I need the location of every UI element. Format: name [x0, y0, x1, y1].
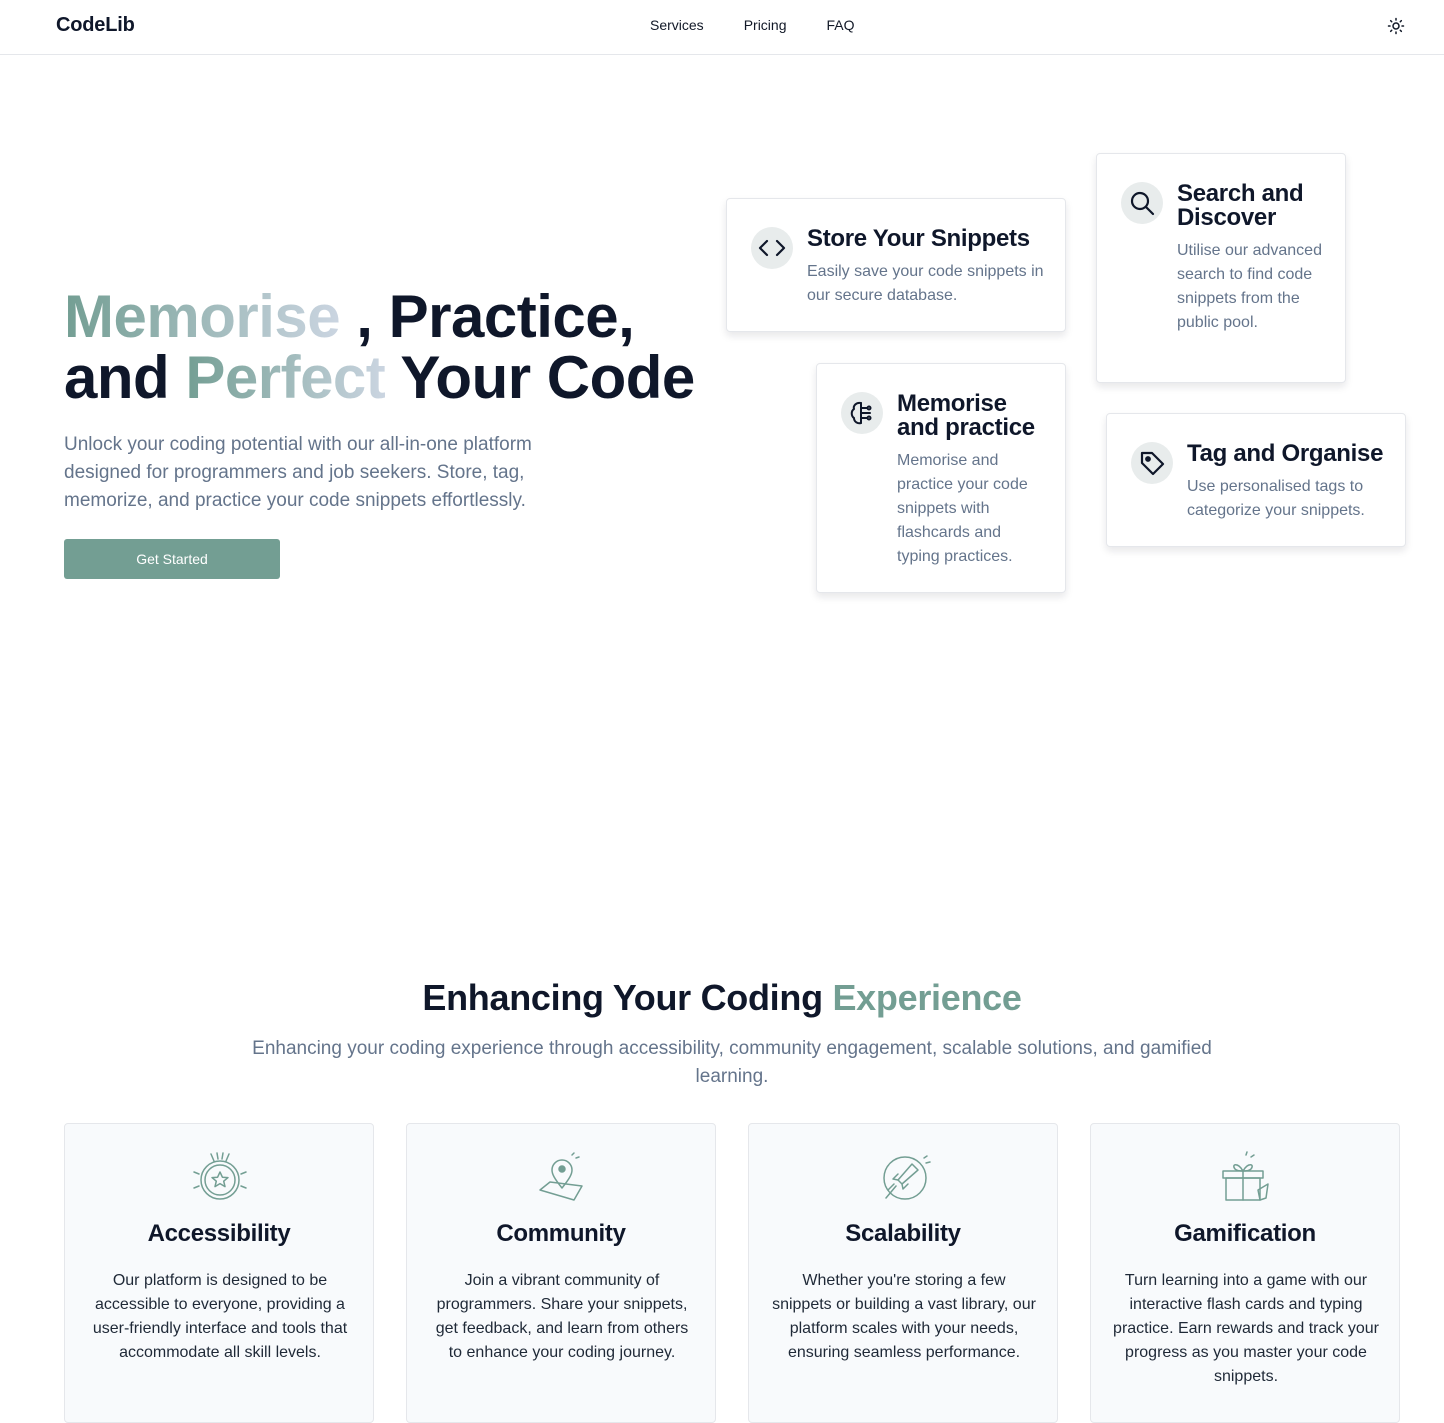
gift-icon	[1222, 1151, 1269, 1201]
sun-icon	[1387, 17, 1405, 35]
nav-link-faq[interactable]: FAQ	[826, 17, 854, 33]
badge-star-icon	[193, 1152, 247, 1200]
get-started-button[interactable]: Get Started	[64, 539, 280, 579]
benefit-card-gamification: Gamification Turn learning into a game w…	[1090, 1123, 1400, 1423]
feature-title: Search and Discover	[1177, 180, 1304, 231]
top-nav: CodeLib Services Pricing FAQ	[0, 0, 1444, 55]
feature-title: Store Your Snippets	[807, 225, 1030, 252]
benefits-description: Enhancing your coding experience through…	[252, 1038, 1212, 1087]
feature-description: Use personalised tags to categorize your…	[1187, 478, 1365, 519]
brain-icon	[841, 392, 883, 434]
feature-card-tag: Tag and Organise Use personalised tags t…	[1106, 413, 1406, 547]
feature-title: Tag and Organise	[1187, 440, 1384, 467]
hero-title-segment: Your Code	[385, 344, 695, 411]
benefit-title: Community	[496, 1220, 626, 1247]
code-icon	[751, 227, 793, 269]
hero-title-highlight-memorise: Memorise	[64, 283, 341, 350]
hero-title-segment: and	[64, 344, 186, 411]
tag-icon	[1131, 442, 1173, 484]
benefit-description: Our platform is designed to be accessibl…	[92, 1272, 348, 1361]
hero-title-highlight-perfect: Perfect	[185, 344, 386, 411]
rocket-icon	[883, 1155, 931, 1200]
benefits-title-accent: Experience	[832, 977, 1022, 1018]
feature-card-store: Store Your Snippets Easily save your cod…	[726, 198, 1066, 332]
benefits-title-text: Enhancing Your Coding	[422, 977, 833, 1018]
benefit-title: Accessibility	[147, 1220, 291, 1247]
search-icon	[1121, 182, 1163, 224]
benefit-card-scalability: Scalability Whether you're storing a few…	[748, 1123, 1058, 1423]
benefit-description: Turn learning into a game with our inter…	[1113, 1272, 1379, 1385]
nav-link-services[interactable]: Services	[650, 17, 704, 33]
benefit-description: Join a vibrant community of programmers.…	[435, 1272, 689, 1361]
benefit-title: Gamification	[1174, 1220, 1316, 1247]
feature-description: Memorise and practice your code snippets…	[897, 452, 1028, 565]
hero-title-segment: , Practice,	[340, 283, 635, 350]
benefit-description: Whether you're storing a few snippets or…	[772, 1272, 1036, 1361]
feature-title: Memorise and practice	[897, 390, 1035, 441]
feature-card-memorise: Memorise and practice Memorise and pract…	[816, 363, 1066, 593]
feature-card-search: Search and Discover Utilise our advanced…	[1096, 153, 1346, 383]
hero-title: Memorise , Practice, and Perfect Your Cod…	[64, 286, 724, 408]
benefit-card-community: Community Join a vibrant community of pr…	[406, 1123, 716, 1423]
nav-link-pricing[interactable]: Pricing	[744, 17, 787, 33]
benefits-title: Enhancing Your Coding Experience	[0, 977, 1444, 1019]
logo[interactable]: CodeLib	[56, 14, 135, 37]
benefit-card-accessibility: Accessibility Our platform is designed t…	[64, 1123, 374, 1423]
theme-toggle-button[interactable]	[1384, 14, 1408, 38]
map-pin-icon	[539, 1152, 583, 1201]
feature-description: Easily save your code snippets in our se…	[807, 263, 1044, 304]
hero-description: Unlock your coding potential with our al…	[64, 434, 532, 511]
nav-links: Services Pricing FAQ	[650, 17, 855, 33]
feature-description: Utilise our advanced search to find code…	[1177, 242, 1322, 331]
benefit-title: Scalability	[845, 1220, 961, 1247]
